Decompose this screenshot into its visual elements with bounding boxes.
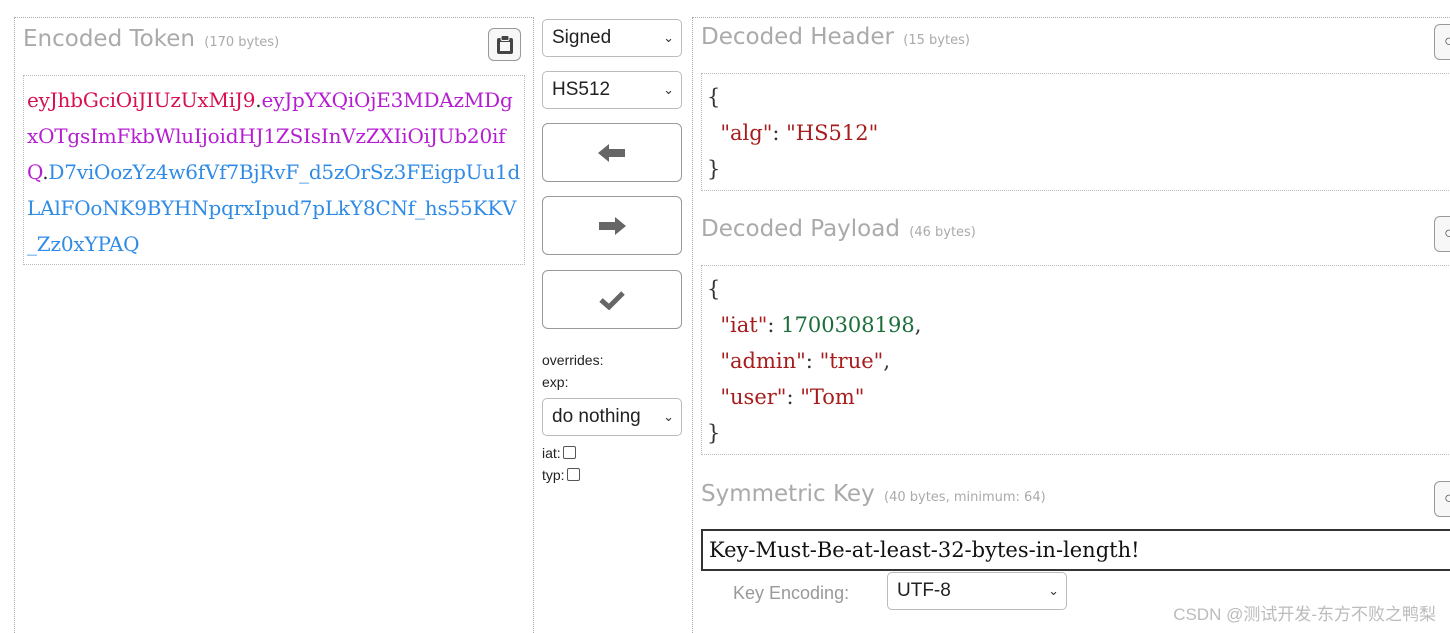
copy-payload-button[interactable]: ○ [1434,216,1450,252]
decoded-payload-heading: Decoded Payload (46 bytes) [701,216,976,242]
encoded-token-title: Encoded Token [23,26,195,52]
symmetric-key-value: Key-Must-Be-at-least-32-bytes-in-length! [709,538,1140,562]
iat-label: iat: [542,445,561,461]
copy-header-button[interactable]: ○ [1434,24,1450,60]
exp-label: exp: [542,374,569,390]
encoded-token-text[interactable]: eyJhbGciOiJIUzUxMiJ9.eyJpYXQiOjE3MDAzMDg… [27,82,523,262]
mode-select-value: Signed [552,27,612,48]
chevron-down-icon: ⌄ [663,82,674,97]
left-panel-top-border [14,17,534,18]
copy-icon: ○ [1444,490,1450,507]
decoded-header-json[interactable]: { "alg": "HS512" } [707,79,878,187]
symmetric-key-title: Symmetric Key [701,481,875,507]
json-open-brace: { [707,85,721,109]
json-key-iat: "iat" [720,313,768,337]
decoded-header-bytes: (15 bytes) [903,33,970,48]
typ-checkbox[interactable] [566,468,580,481]
copy-key-button[interactable]: ○ [1434,481,1450,517]
arrow-right-icon [599,216,626,235]
copy-icon: ○ [1444,225,1450,242]
encode-button[interactable] [542,196,682,255]
token-header-part: eyJhbGciOiJIUzUxMiJ9 [27,88,256,112]
json-value-admin: "true" [819,349,884,373]
left-panel-border [14,17,15,633]
typ-label: typ: [542,467,565,483]
exp-override-select[interactable]: do nothing ⌄ [542,398,682,436]
symmetric-key-heading: Symmetric Key (40 bytes, minimum: 64) [701,481,1046,507]
left-divider [533,17,534,633]
decode-button[interactable] [542,123,682,182]
mode-select[interactable]: Signed ⌄ [542,19,682,57]
chevron-down-icon: ⌄ [663,409,674,424]
symmetric-key-input[interactable]: Key-Must-Be-at-least-32-bytes-in-length! [701,529,1450,571]
chevron-down-icon: ⌄ [663,30,674,45]
decoded-header-title: Decoded Header [701,24,894,50]
iat-checkbox[interactable] [562,446,576,459]
decoded-header-heading: Decoded Header (15 bytes) [701,24,970,50]
json-value-alg: "HS512" [786,121,879,145]
algorithm-select[interactable]: HS512 ⌄ [542,71,682,109]
json-close-brace: } [707,421,721,445]
watermark: CSDN @测试开发-东方不败之鸭梨 [1173,605,1436,624]
exp-select-value: do nothing [552,406,641,427]
json-value-user: "Tom" [800,385,865,409]
json-close-brace: } [707,157,721,181]
overrides-label: overrides: [542,352,604,368]
key-encoding-label: Key Encoding: [733,583,850,603]
copy-token-button[interactable] [488,28,521,61]
token-signature-part: D7viOozYz4w6fVf7BjRvF_d5zOrSz3FEigpUu1dL… [27,160,521,256]
right-panel-top-border [692,17,1450,18]
encoded-token-heading: Encoded Token (170 bytes) [23,26,279,52]
encoded-token-bytes: (170 bytes) [204,35,280,50]
json-key-admin: "admin" [720,349,806,373]
decoded-payload-title: Decoded Payload [701,216,900,242]
copy-icon: ○ [1444,33,1450,50]
iat-override: iat: [542,445,576,461]
key-encoding-value: UTF-8 [897,580,951,601]
right-divider [692,17,693,633]
symmetric-key-bytes: (40 bytes, minimum: 64) [884,490,1046,505]
clipboard-icon [496,34,513,54]
checkmark-icon [599,290,625,310]
arrow-left-icon [598,143,625,162]
chevron-down-icon: ⌄ [1048,583,1059,598]
verify-button[interactable] [542,270,682,329]
algorithm-select-value: HS512 [552,79,611,100]
decoded-payload-bytes: (46 bytes) [909,225,976,240]
json-value-iat: 1700308198 [781,313,915,337]
decoded-payload-json[interactable]: { "iat": 1700308198, "admin": "true", "u… [707,271,921,451]
typ-override: typ: [542,467,580,483]
json-open-brace: { [707,277,721,301]
json-key-alg: "alg" [720,121,773,145]
json-key-user: "user" [720,385,787,409]
key-encoding-select[interactable]: UTF-8 ⌄ [887,572,1067,610]
